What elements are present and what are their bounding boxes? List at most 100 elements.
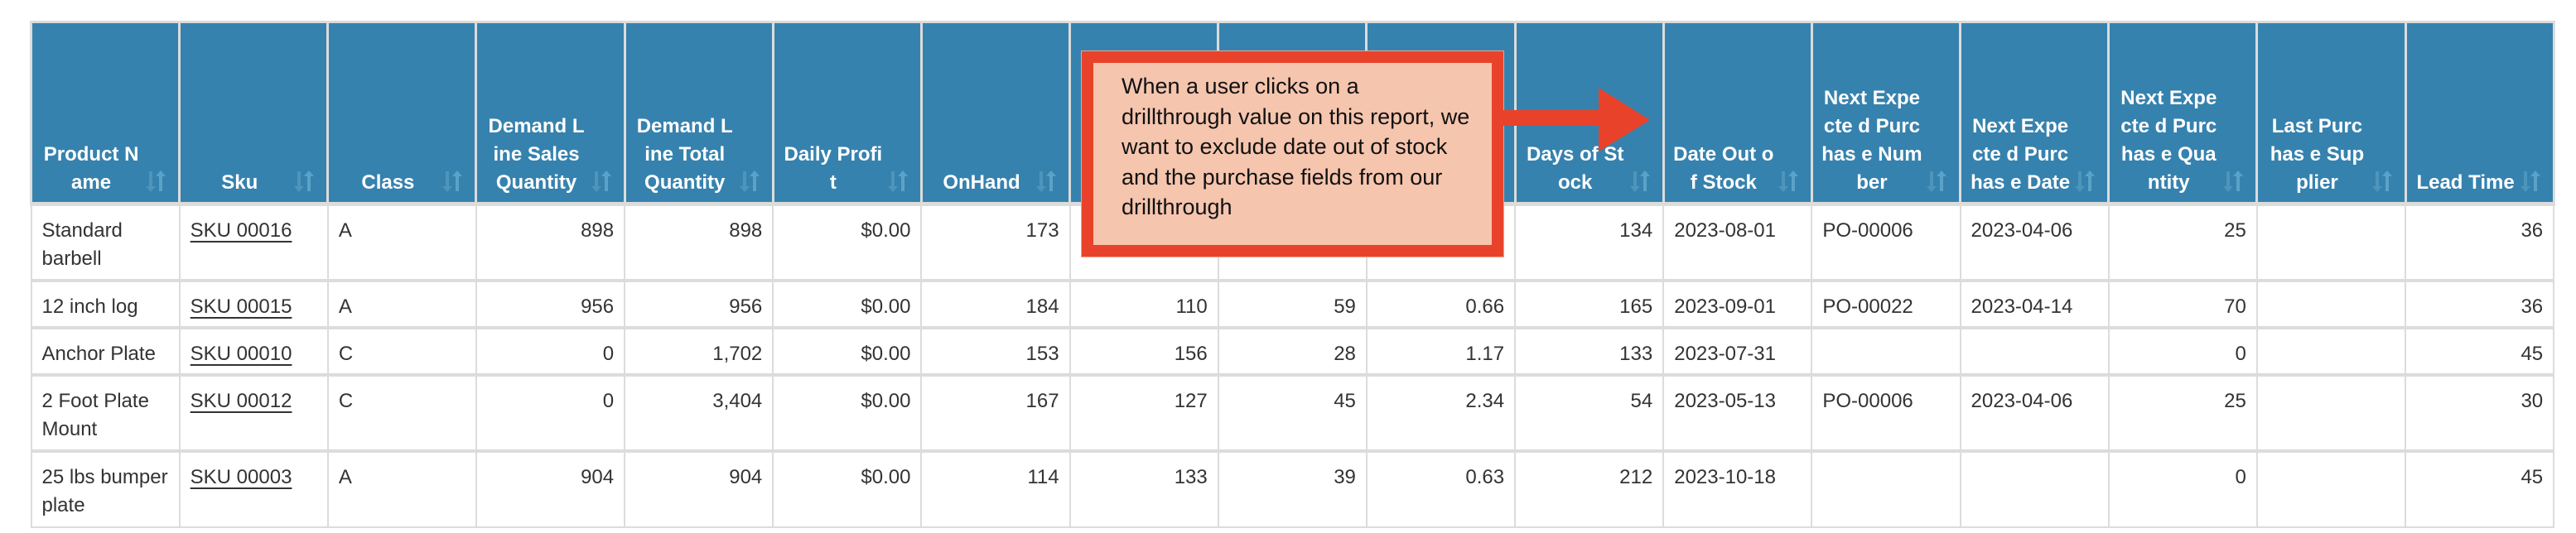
table-cell-last-purchase-supplier — [2255, 449, 2407, 528]
sort-updown-icon[interactable] — [440, 169, 465, 194]
table-cell-onhand: 184 — [920, 278, 1071, 329]
table-cell-class: C — [326, 372, 477, 452]
column-header-class[interactable]: Class — [326, 21, 478, 206]
sku-drillthrough-link[interactable]: SKU 00012 — [191, 390, 292, 412]
column-header-next-expected-purchase-number[interactable]: Next Expecte d Purchas e Number — [1810, 21, 1962, 206]
column-header-daily-profit[interactable]: Daily Profit — [771, 21, 923, 206]
table-cell-product-name: 25 lbs bumper plate — [30, 449, 181, 528]
table-cell-hidden-8: 39 — [1217, 449, 1368, 528]
sku-drillthrough-link[interactable]: SKU 00010 — [191, 343, 292, 365]
table-cell-lead-time: 45 — [2404, 449, 2555, 528]
table-cell-hidden-7: 127 — [1069, 372, 1219, 452]
annotation-text: When a user clicks on a drillthrough val… — [1122, 74, 1470, 219]
table-cell-hidden-9: 0.63 — [1365, 449, 1517, 528]
column-header-demand-line-sales-quantity[interactable]: Demand Line Sales Quantity — [475, 21, 626, 206]
table-cell-sku: SKU 00010 — [178, 325, 329, 376]
column-header-lead-time[interactable]: Lead Time — [2404, 21, 2555, 206]
sort-updown-icon[interactable] — [2518, 169, 2543, 194]
column-header-demand-line-total-quantity[interactable]: Demand Line Total Quantity — [623, 21, 774, 206]
table-cell-next-expected-purchase-quantity: 0 — [2107, 449, 2258, 528]
table-cell-onhand: 114 — [920, 449, 1071, 528]
table-cell-class: C — [326, 325, 477, 376]
table-cell-next-expected-purchase-number: PO-00006 — [1811, 372, 1961, 452]
table-cell-hidden-8: 59 — [1217, 278, 1368, 329]
table-cell-hidden-7: 133 — [1069, 449, 1219, 528]
table-cell-next-expected-purchase-date — [1959, 325, 2110, 376]
table-cell-lead-time: 30 — [2404, 372, 2555, 452]
table-cell-daily-profit: $0.00 — [772, 372, 923, 452]
sort-updown-icon[interactable] — [2370, 169, 2395, 194]
table-cell-next-expected-purchase-quantity: 70 — [2107, 278, 2258, 329]
table-cell-next-expected-purchase-quantity: 0 — [2107, 325, 2258, 376]
table-row[interactable]: 2 Foot Plate Mount SKU 00012 C 0 3,404 $0.00 1… — [30, 372, 2555, 452]
sku-drillthrough-link[interactable]: SKU 00016 — [191, 219, 292, 242]
table-cell-demand-line-total-quantity: 1,702 — [624, 325, 774, 376]
table-cell-demand-line-total-quantity: 904 — [624, 449, 774, 528]
sort-updown-icon[interactable] — [737, 169, 762, 194]
table-cell-demand-line-total-quantity: 956 — [624, 278, 774, 329]
sort-updown-icon[interactable] — [589, 169, 614, 194]
table-cell-daily-profit: $0.00 — [772, 278, 923, 329]
sort-updown-icon[interactable] — [885, 169, 910, 194]
table-cell-date-out-of-stock: 2023-10-18 — [1662, 449, 1813, 528]
table-cell-sku: SKU 00003 — [178, 449, 329, 528]
table-cell-hidden-7: 156 — [1069, 325, 1219, 376]
table-cell-next-expected-purchase-quantity: 25 — [2107, 202, 2258, 281]
table-cell-days-of-stock: 54 — [1514, 372, 1665, 452]
column-header-date-out-of-stock[interactable]: Date Out of Stock — [1662, 21, 1813, 206]
table-cell-product-name: 2 Foot Plate Mount — [30, 372, 181, 452]
table-cell-hidden-9: 2.34 — [1365, 372, 1517, 452]
table-row[interactable]: Anchor Plate SKU 00010 C 0 1,702 $0.00 153 156 2… — [30, 325, 2555, 376]
arrow-shape — [1503, 88, 1650, 151]
table-cell-demand-line-total-quantity: 3,404 — [624, 372, 774, 452]
table-cell-product-name: Anchor Plate — [30, 325, 181, 376]
table-cell-onhand: 173 — [920, 202, 1071, 281]
sort-updown-icon[interactable] — [1776, 169, 1801, 194]
table-cell-hidden-9: 0.66 — [1365, 278, 1517, 329]
sort-updown-icon[interactable] — [2221, 169, 2246, 194]
table-cell-last-purchase-supplier — [2255, 278, 2407, 329]
sku-drillthrough-link[interactable]: SKU 00003 — [191, 466, 292, 488]
table-cell-sku: SKU 00016 — [178, 202, 329, 281]
table-cell-next-expected-purchase-date: 2023-04-14 — [1959, 278, 2110, 329]
sort-updown-icon[interactable] — [143, 169, 168, 194]
table-cell-next-expected-purchase-number: PO-00022 — [1811, 278, 1961, 329]
sku-drillthrough-link[interactable]: SKU 00015 — [191, 295, 292, 318]
table-cell-demand-line-sales-quantity: 0 — [475, 372, 626, 452]
column-header-next-expected-purchase-quantity[interactable]: Next Expecte d Purchas e Quantity — [2107, 21, 2259, 206]
table-cell-next-expected-purchase-quantity: 25 — [2107, 372, 2258, 452]
table-cell-next-expected-purchase-number — [1811, 325, 1961, 376]
table-cell-last-purchase-supplier — [2255, 202, 2407, 281]
table-row[interactable]: 12 inch log SKU 00015 A 956 956 $0.00 184 110 59… — [30, 278, 2555, 329]
table-cell-hidden-7: 110 — [1069, 278, 1219, 329]
table-cell-demand-line-sales-quantity: 898 — [475, 202, 626, 281]
table-row[interactable]: 25 lbs bumper plate SKU 00003 A 904 904 $0.00… — [30, 449, 2555, 528]
column-header-last-purchase-supplier[interactable]: Last Purchas e Supplier — [2255, 21, 2407, 206]
table-cell-daily-profit: $0.00 — [772, 325, 923, 376]
table-cell-product-name: 12 inch log — [30, 278, 181, 329]
table-cell-days-of-stock: 165 — [1514, 278, 1665, 329]
table-cell-sku: SKU 00012 — [178, 372, 329, 452]
table-cell-next-expected-purchase-date: 2023-04-06 — [1959, 202, 2110, 281]
sort-updown-icon[interactable] — [1628, 169, 1652, 194]
column-header-next-expected-purchase-date[interactable]: Next Expecte d Purchas e Date — [1959, 21, 2110, 206]
table-cell-days-of-stock: 133 — [1514, 325, 1665, 376]
column-header-product-name[interactable]: Product Name — [29, 21, 181, 206]
table-cell-demand-line-total-quantity: 898 — [624, 202, 774, 281]
column-header-onhand[interactable]: OnHand — [919, 21, 1072, 206]
table-cell-class: A — [326, 202, 477, 281]
sort-updown-icon[interactable] — [292, 169, 316, 194]
annotation-callout-box: When a user clicks on a drillthrough val… — [1081, 50, 1504, 257]
table-cell-lead-time: 36 — [2404, 202, 2555, 281]
sort-updown-icon[interactable] — [1034, 169, 1059, 194]
right-arrow-icon — [1503, 88, 1650, 151]
table-cell-lead-time: 36 — [2404, 278, 2555, 329]
table-cell-onhand: 167 — [920, 372, 1071, 452]
sort-updown-icon[interactable] — [2072, 169, 2097, 194]
table-cell-daily-profit: $0.00 — [772, 202, 923, 281]
table-cell-next-expected-purchase-number — [1811, 449, 1961, 528]
sort-updown-icon[interactable] — [1924, 169, 1949, 194]
table-cell-onhand: 153 — [920, 325, 1071, 376]
table-cell-class: A — [326, 449, 477, 528]
column-header-sku[interactable]: Sku — [178, 21, 330, 206]
